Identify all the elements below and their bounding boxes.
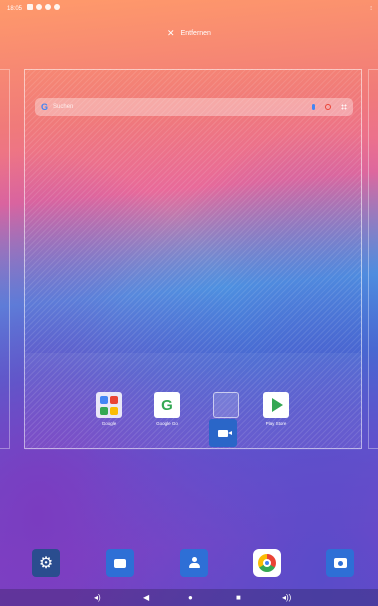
search-placeholder: Suchen: [53, 104, 74, 110]
dock-messages[interactable]: [106, 549, 134, 577]
camera-icon: [333, 558, 347, 568]
google-logo-icon: G: [41, 102, 49, 112]
next-page-edge[interactable]: [368, 69, 378, 449]
back-icon[interactable]: ◀: [143, 593, 149, 602]
empty-slot-icon: [213, 392, 239, 418]
apps-grid-icon[interactable]: [341, 104, 347, 110]
contacts-icon: [189, 557, 200, 569]
hotseat-area: [25, 353, 361, 450]
notification-icon: [36, 4, 42, 10]
dock-camera[interactable]: [326, 549, 354, 577]
status-bar: 18:05 ⁝: [0, 0, 378, 16]
messages-icon: [114, 558, 126, 568]
remove-drop-target[interactable]: ✕ Entfernen: [0, 28, 378, 39]
video-camera-icon: [218, 429, 232, 437]
mic-icon[interactable]: [312, 104, 315, 110]
notification-icon: [54, 4, 60, 10]
search-widget[interactable]: G Suchen: [35, 98, 353, 116]
close-icon: ✕: [167, 28, 175, 38]
dragged-video-app[interactable]: [209, 419, 237, 447]
notification-icons: [27, 4, 60, 10]
gear-icon: ⚙: [38, 555, 54, 572]
app-label: Play Store: [265, 421, 287, 426]
home-page-preview[interactable]: G Suchen Google G Google Go Play Store: [24, 69, 362, 450]
google-folder-icon: [96, 392, 122, 418]
previous-page-edge[interactable]: [0, 69, 10, 449]
home-icon[interactable]: ●: [188, 593, 193, 602]
recents-icon[interactable]: ■: [236, 593, 241, 602]
app-google-folder[interactable]: Google: [89, 392, 129, 426]
app-google-go[interactable]: G Google Go: [147, 392, 187, 426]
dock-contacts[interactable]: [180, 549, 208, 577]
app-label: Google: [101, 421, 117, 426]
app-label: Google Go: [156, 421, 178, 426]
volume-up-icon[interactable]: ◂)): [282, 593, 291, 602]
notification-icon: [27, 4, 33, 10]
play-store-icon: [263, 392, 289, 418]
status-time: 18:05: [7, 6, 23, 12]
lens-icon[interactable]: [325, 104, 331, 110]
volume-down-icon[interactable]: ◂): [94, 593, 101, 602]
notification-icon: [45, 4, 51, 10]
chrome-icon: [258, 554, 276, 572]
google-go-icon: G: [154, 392, 180, 418]
app-empty-slot[interactable]: [206, 392, 246, 421]
navigation-bar: ◂) ◀ ● ■ ◂)): [0, 589, 378, 606]
status-right-icons: ⁝: [370, 6, 372, 12]
dock-chrome[interactable]: [253, 549, 281, 577]
remove-label: Entfernen: [180, 30, 211, 37]
app-play-store[interactable]: Play Store: [256, 392, 296, 426]
dock-settings[interactable]: ⚙: [32, 549, 60, 577]
